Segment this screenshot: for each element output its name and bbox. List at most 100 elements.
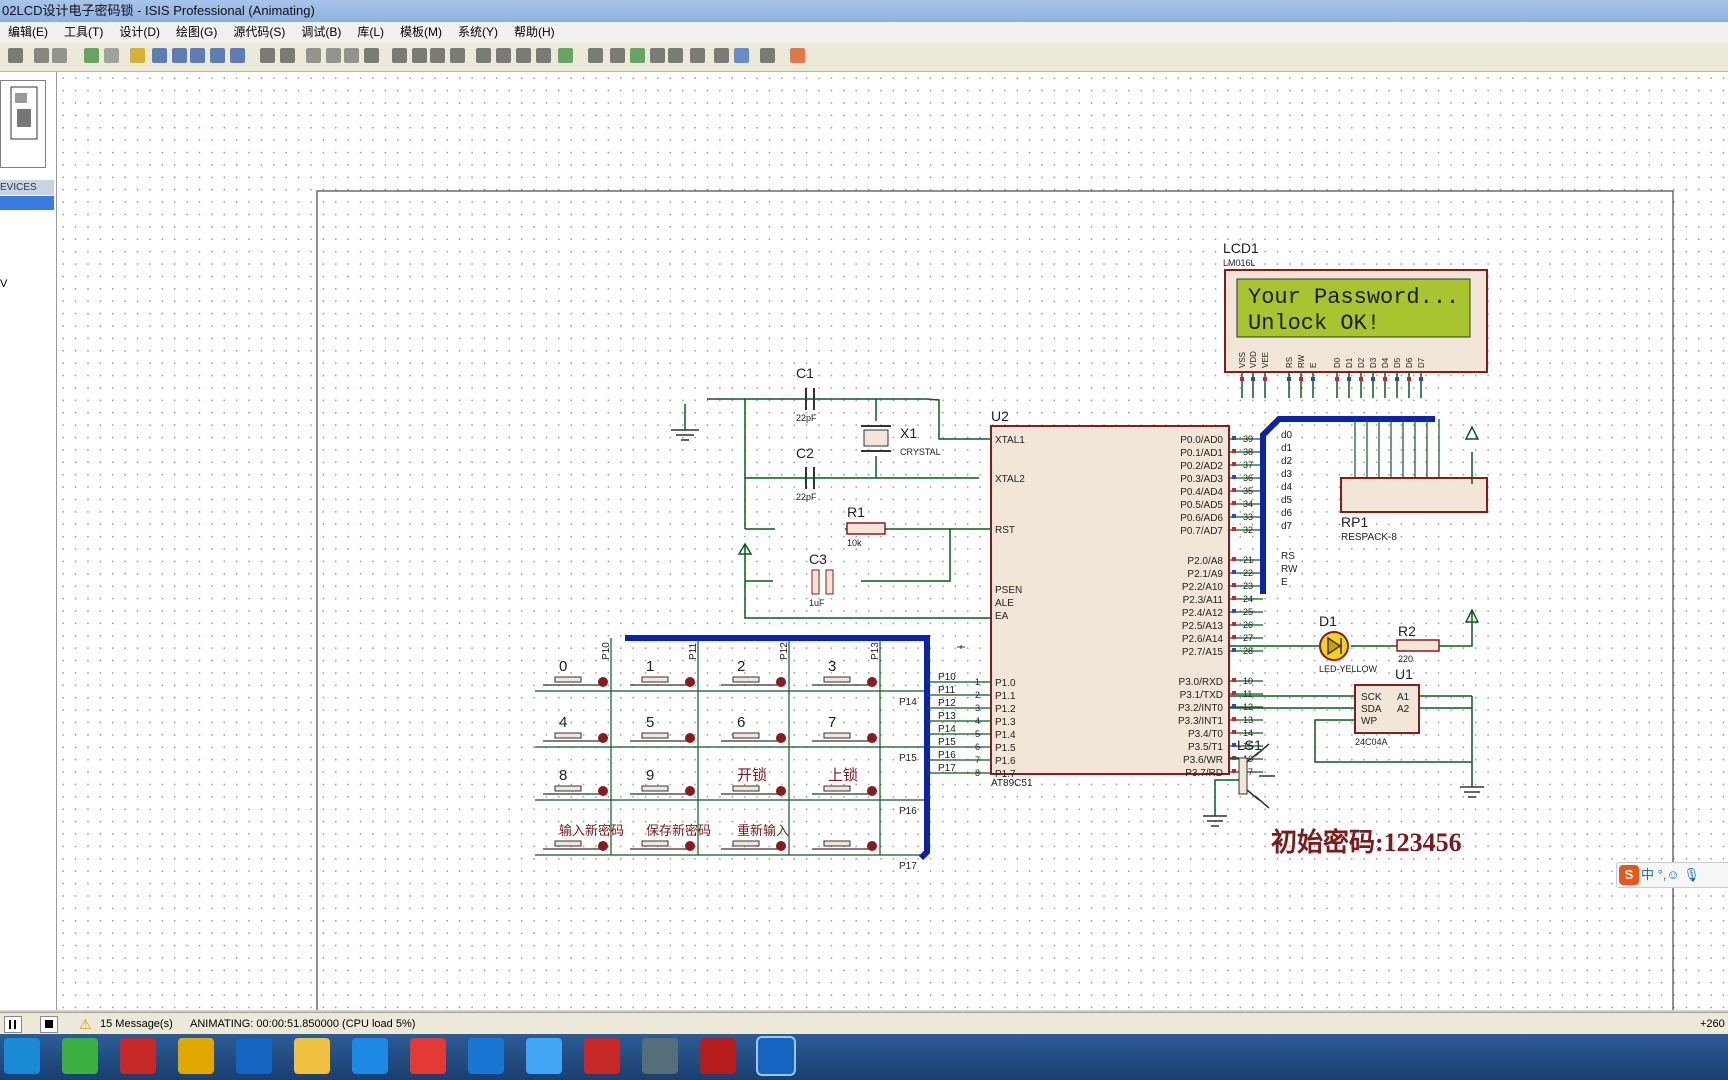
taskbar-v-app-icon[interactable] (642, 1038, 678, 1074)
menu-item-0[interactable]: 编辑(E) (0, 22, 56, 43)
toolbar-tool-icon-35[interactable] (790, 48, 805, 63)
system-tray[interactable] (1432, 1044, 1722, 1070)
menu-item-2[interactable]: 设计(D) (111, 22, 168, 43)
mcu-right-pin-label: P2.2/A10 (1182, 582, 1224, 593)
toolbar-tool-icon-7[interactable] (172, 48, 187, 63)
menu-item-3[interactable]: 绘图(G) (168, 22, 225, 43)
taskbar-wps-icon[interactable] (584, 1038, 620, 1074)
toolbar-tool-icon-29[interactable] (650, 48, 665, 63)
toolbar-tool-icon-34[interactable] (760, 48, 775, 63)
keypad-key[interactable]: 保存新密码 (630, 823, 711, 851)
overview-preview[interactable] (0, 80, 46, 168)
toolbar-tool-icon-4[interactable] (104, 48, 119, 63)
keypad-key[interactable]: 重新输入 (721, 823, 789, 851)
taskbar-ie-icon[interactable] (4, 1038, 40, 1074)
keypad-key[interactable]: 0 (543, 658, 608, 687)
taskbar-isis-icon[interactable] (756, 1036, 796, 1076)
toolbar-tool-icon-0[interactable] (8, 48, 23, 63)
keypad-key[interactable]: 3 (812, 658, 877, 687)
mcu-pin-number: 26 (1243, 620, 1253, 630)
toolbar-tool-icon-19[interactable] (430, 48, 445, 63)
menu-item-6[interactable]: 库(L) (349, 22, 392, 43)
taskbar-media-icon[interactable] (178, 1038, 214, 1074)
toolbar-tool-icon-24[interactable] (536, 48, 551, 63)
toolbar-tool-icon-28[interactable] (630, 48, 645, 63)
menu-item-5[interactable]: 调试(B) (293, 22, 349, 43)
toolbar-tool-icon-14[interactable] (326, 48, 341, 63)
r1-resistor[interactable] (846, 522, 886, 535)
preview-thumbnail-icon (10, 86, 38, 140)
toolbar-tool-icon-5[interactable] (130, 48, 145, 63)
taskbar-360-icon[interactable] (62, 1038, 98, 1074)
keypad-key[interactable]: 4 (543, 714, 608, 743)
toolbar-tool-icon-3[interactable] (84, 48, 99, 63)
taskbar-red-app-icon[interactable] (120, 1038, 156, 1074)
toolbar-tool-icon-16[interactable] (364, 48, 379, 63)
toolbar-tool-icon-9[interactable] (210, 48, 225, 63)
menu-item-8[interactable]: 系统(Y) (450, 22, 506, 43)
toolbar-tool-icon-6[interactable] (152, 48, 167, 63)
toolbar-tool-icon-1[interactable] (34, 48, 49, 63)
taskbar-feather-icon[interactable] (468, 1038, 504, 1074)
menu-item-4[interactable]: 源代码(S) (225, 22, 293, 43)
r2-resistor[interactable] (1396, 639, 1440, 652)
keypad-key[interactable]: 9 (630, 767, 695, 796)
toolbar-tool-icon-10[interactable] (230, 48, 245, 63)
toolbar-tool-icon-31[interactable] (690, 48, 705, 63)
keypad-key[interactable]: 输入新密码 (543, 823, 624, 851)
c3-capacitor[interactable] (811, 569, 834, 595)
stop-button[interactable] (40, 1016, 58, 1033)
keypad-key[interactable]: 5 (630, 714, 695, 743)
animation-status: ANIMATING: 00:00:51.850000 (CPU load 5%) (190, 1018, 416, 1030)
taskbar-explorer-icon[interactable] (294, 1038, 330, 1074)
d1-led[interactable] (1319, 631, 1349, 661)
keypad-key[interactable]: 上锁 (812, 767, 877, 796)
keypad-key[interactable]: 1 (630, 658, 695, 687)
toolbar-tool-icon-15[interactable] (344, 48, 359, 63)
taskbar-k-app-icon[interactable] (236, 1038, 272, 1074)
keypad-key[interactable]: 6 (721, 714, 786, 743)
keypad-key[interactable]: 7 (812, 714, 877, 743)
menu-item-7[interactable]: 模板(M) (392, 22, 450, 43)
taskbar-recorder-icon[interactable] (700, 1038, 736, 1074)
x1-crystal[interactable] (861, 425, 891, 452)
toolbar-tool-icon-33[interactable] (734, 48, 749, 63)
toolbar-tool-icon-20[interactable] (450, 48, 465, 63)
keypad-key[interactable]: 8 (543, 767, 608, 796)
rp1-component[interactable] (1340, 477, 1488, 513)
menu-item-1[interactable]: 工具(T) (56, 22, 111, 43)
toolbar-tool-icon-11[interactable] (260, 48, 275, 63)
keypad-row-net: P15 (899, 753, 917, 764)
schematic-canvas[interactable]: Your Password... Unlock OK! VSS VDD VEE RS R… (57, 72, 1728, 1010)
taskbar-chrome-icon[interactable] (410, 1038, 446, 1074)
messages-count[interactable]: 15 Message(s) (100, 1013, 173, 1035)
toolbar-tool-icon-12[interactable] (280, 48, 295, 63)
keypad-key[interactable]: 开锁 (721, 767, 786, 796)
toolbar-tool-icon-27[interactable] (610, 48, 625, 63)
keypad-key[interactable]: 2 (721, 658, 786, 687)
taskbar-tool-icon[interactable] (352, 1038, 388, 1074)
toolbar-tool-icon-30[interactable] (668, 48, 683, 63)
toolbar-tool-icon-18[interactable] (412, 48, 427, 63)
lcd-component[interactable]: Your Password... Unlock OK! VSS VDD VEE RS R… (1224, 269, 1488, 398)
ground-symbol-speaker (1203, 815, 1227, 827)
p1-pin-number: 5 (975, 729, 980, 739)
toolbar-tool-icon-13[interactable] (306, 48, 321, 63)
toolbar-tool-icon-25[interactable] (558, 48, 573, 63)
toolbar-tool-icon-8[interactable] (190, 48, 205, 63)
c1-ref: C1 (796, 365, 814, 381)
toolbar-tool-icon-32[interactable] (714, 48, 729, 63)
toolbar-tool-icon-23[interactable] (516, 48, 531, 63)
toolbar-tool-icon-2[interactable] (52, 48, 67, 63)
lcd-pin-label: VEE (1261, 352, 1270, 368)
taskbar-bird-icon[interactable] (526, 1038, 562, 1074)
keypad-key[interactable] (812, 840, 877, 851)
pause-button[interactable] (4, 1016, 22, 1033)
toolbar-tool-icon-26[interactable] (588, 48, 603, 63)
ime-toolbar[interactable]: S中 °,☺ 🎙 (1616, 862, 1728, 888)
toolbar-tool-icon-22[interactable] (496, 48, 511, 63)
toolbar-tool-icon-17[interactable] (392, 48, 407, 63)
device-list-selected-item[interactable] (0, 196, 54, 210)
toolbar-tool-icon-21[interactable] (476, 48, 491, 63)
menu-item-9[interactable]: 帮助(H) (506, 22, 563, 43)
